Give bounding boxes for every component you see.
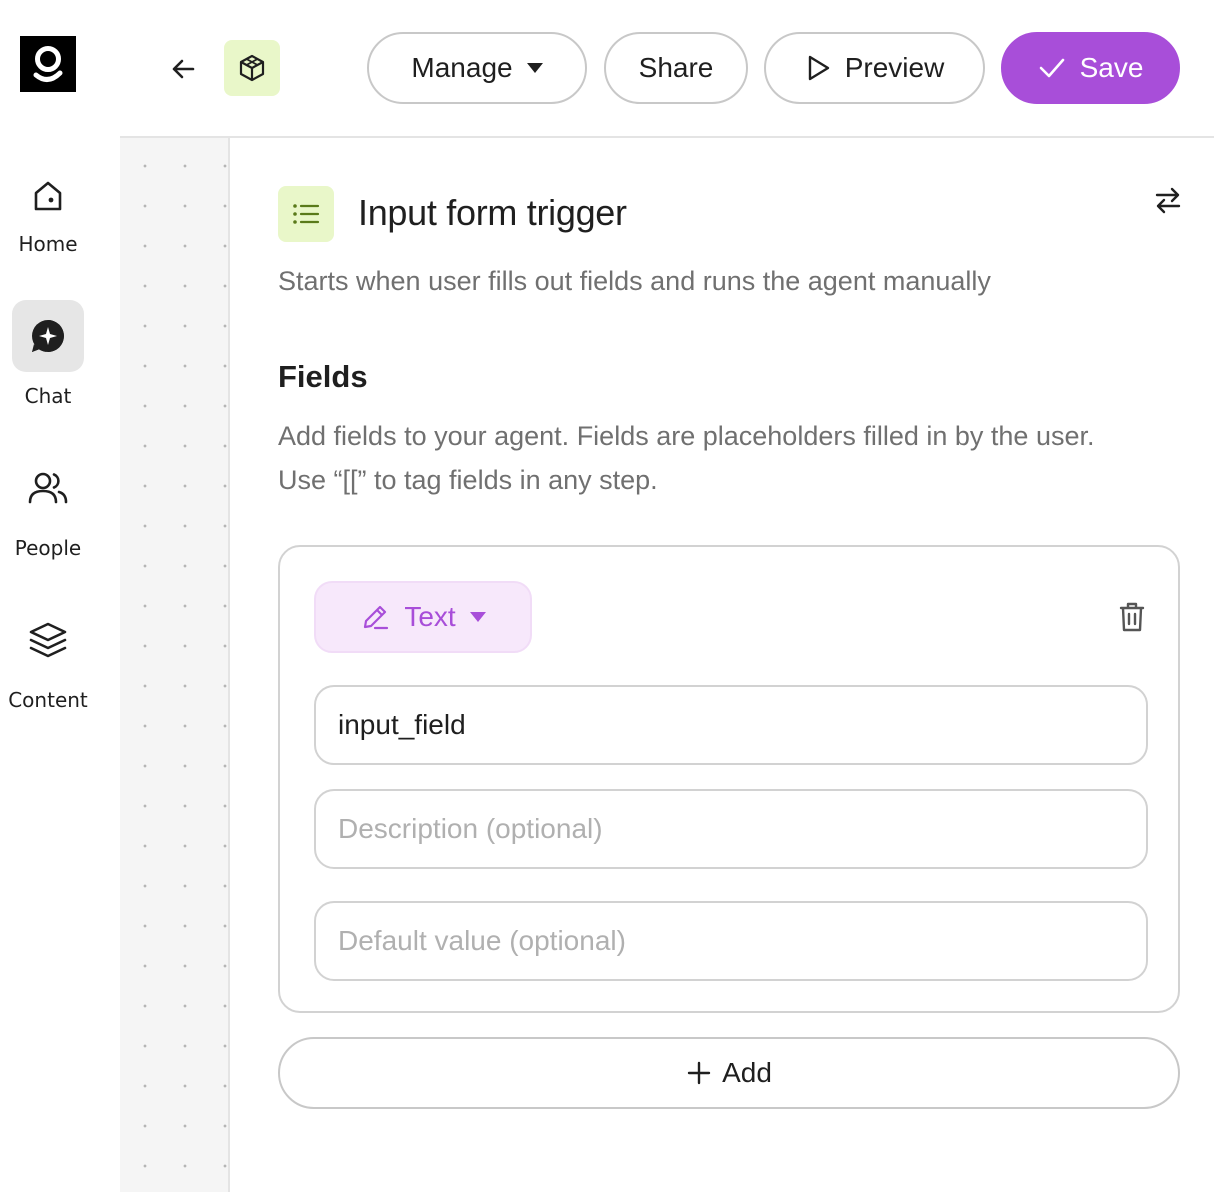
add-field-button[interactable]: Add xyxy=(278,1037,1180,1109)
trash-icon xyxy=(1119,602,1145,632)
sidebar-item-label: People xyxy=(14,536,82,560)
manage-button[interactable]: Manage xyxy=(367,32,587,104)
list-icon xyxy=(293,204,320,224)
fields-section-description: Add fields to your agent. Fields are pla… xyxy=(278,414,1178,502)
field-name-input[interactable] xyxy=(314,685,1148,765)
field-description-input[interactable] xyxy=(314,789,1148,869)
preview-button[interactable]: Preview xyxy=(764,32,985,104)
share-button[interactable]: Share xyxy=(604,32,748,104)
caret-down-icon xyxy=(526,63,543,73)
panel-subtitle: Starts when user fills out fields and ru… xyxy=(278,266,991,296)
chat-sparkle-icon xyxy=(32,320,64,352)
home-icon xyxy=(34,181,62,211)
check-icon xyxy=(1039,58,1064,78)
app-logo[interactable] xyxy=(20,36,76,92)
save-button[interactable]: Save xyxy=(1001,32,1180,104)
save-label: Save xyxy=(1079,52,1144,83)
cube-icon xyxy=(239,54,265,82)
sidebar-item-label: Home xyxy=(18,232,78,256)
fields-description-line: Add fields to your agent. Fields are pla… xyxy=(278,421,1095,451)
share-label: Share xyxy=(638,52,714,83)
add-field-label: Add xyxy=(722,1057,772,1088)
delete-field-button[interactable] xyxy=(1114,597,1150,637)
toolbar-divider xyxy=(120,136,1214,138)
fields-description-line: Use “[[” to tag fields in any step. xyxy=(278,465,658,495)
sidebar-item-label: Content xyxy=(8,688,88,712)
field-type-label: Text xyxy=(404,601,456,632)
manage-label: Manage xyxy=(411,52,513,83)
swap-arrows-icon xyxy=(1155,187,1181,214)
plus-icon xyxy=(687,1061,711,1085)
panel-title: Input form trigger xyxy=(358,192,627,233)
sidebar-item-content[interactable]: Content xyxy=(0,604,96,712)
caret-down-icon xyxy=(469,612,486,622)
agent-avatar[interactable] xyxy=(224,40,280,96)
sidebar-item-label: Chat xyxy=(24,384,72,408)
fields-section-title: Fields xyxy=(278,359,368,394)
sidebar-item-chat[interactable]: Chat xyxy=(0,300,96,408)
field-type-dropdown[interactable]: Text xyxy=(314,581,532,653)
workflow-canvas[interactable] xyxy=(120,138,230,1192)
play-icon xyxy=(808,55,829,81)
field-default-value-input[interactable] xyxy=(314,901,1148,981)
back-button[interactable] xyxy=(160,46,206,92)
logo-g-icon xyxy=(33,46,63,82)
sidebar-item-people[interactable]: People xyxy=(0,452,96,560)
swap-trigger-button[interactable] xyxy=(1148,180,1188,220)
trigger-icon-tile xyxy=(278,186,334,242)
people-icon xyxy=(28,472,68,504)
preview-label: Preview xyxy=(844,52,945,83)
sidebar-item-home[interactable]: Home xyxy=(0,160,96,256)
layers-icon xyxy=(29,622,67,658)
arrow-left-icon xyxy=(172,59,195,79)
field-card: Text xyxy=(278,545,1180,1013)
pencil-icon xyxy=(364,605,389,630)
